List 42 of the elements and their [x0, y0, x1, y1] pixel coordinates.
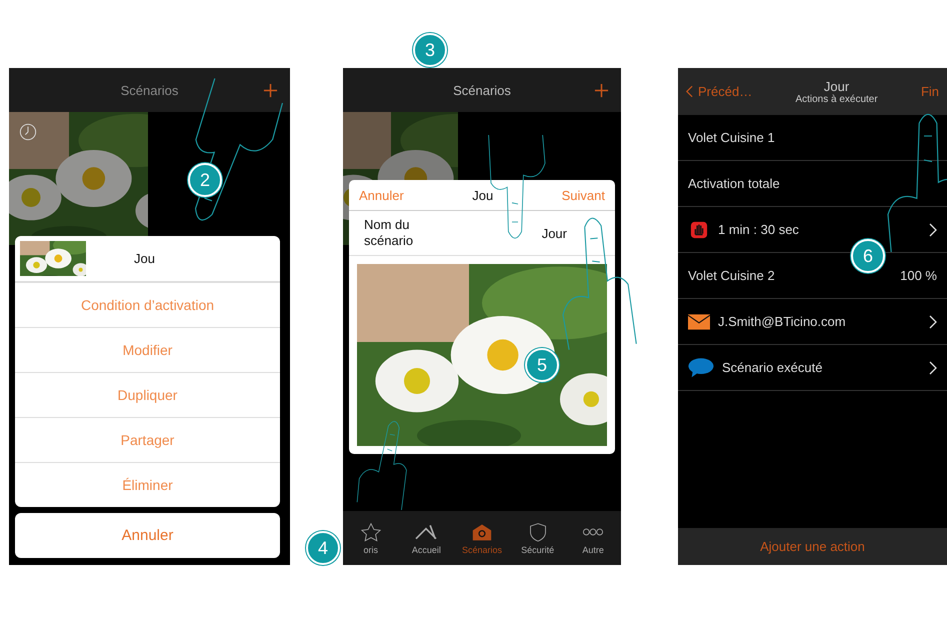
step-number: 4 — [306, 531, 340, 565]
cancel-button[interactable]: Annuler — [15, 513, 280, 558]
done-button[interactable]: Fin — [920, 84, 939, 99]
next-link[interactable]: Suivant — [562, 188, 605, 202]
back-icon — [686, 85, 693, 98]
chevron-icon[interactable] — [929, 314, 937, 328]
speech-bubble-icon — [688, 356, 714, 378]
screen-title: Scénarios — [120, 82, 178, 98]
chevron-icon[interactable] — [929, 222, 937, 236]
step-number: 3 — [413, 33, 447, 67]
screen-title: Jour — [824, 78, 850, 94]
tab[interactable]: oris — [343, 511, 399, 565]
field-label: Nom du scénario — [364, 217, 414, 249]
envelope-icon — [688, 312, 710, 330]
add-icon[interactable] — [263, 83, 278, 98]
tab[interactable]: Scénarios — [454, 511, 510, 565]
menu-item[interactable]: Modifier — [15, 327, 280, 372]
cancel-link[interactable]: Annuler — [359, 188, 404, 202]
scenario-name: Jou — [134, 251, 155, 266]
name-field[interactable]: Jour — [542, 226, 567, 240]
add-icon[interactable] — [594, 83, 609, 98]
tab[interactable]: Accueil — [398, 511, 454, 565]
action-label: Volet Cuisine 2 — [688, 268, 775, 283]
tab[interactable]: Autre — [565, 511, 621, 565]
action-label: Scénario exécuté — [722, 360, 822, 375]
action-label: Activation totale — [688, 176, 780, 191]
action-value: 100 % — [900, 268, 937, 283]
action-label: 1 min : 30 sec — [718, 222, 799, 237]
screen-subtitle: Actions à exécuter — [795, 94, 878, 104]
dialog-title: Jou — [472, 188, 494, 202]
menu-item[interactable]: Partager — [15, 417, 280, 462]
screen-title: Scénarios — [453, 82, 511, 98]
hand-stop-icon — [688, 220, 710, 238]
back-button[interactable]: Précéd… — [686, 84, 752, 99]
add-action-button[interactable]: Ajouter une action — [678, 528, 947, 565]
action-label: Volet Cuisine 1 — [688, 130, 775, 145]
menu-item[interactable]: Condition d’activation — [15, 282, 280, 327]
tab[interactable]: Sécurité — [510, 511, 566, 565]
chevron-icon[interactable] — [929, 360, 937, 374]
menu-item[interactable]: Éliminer — [15, 462, 280, 507]
action-label: J.Smith@BTicino.com — [718, 314, 846, 329]
menu-item[interactable]: Dupliquer — [15, 372, 280, 417]
